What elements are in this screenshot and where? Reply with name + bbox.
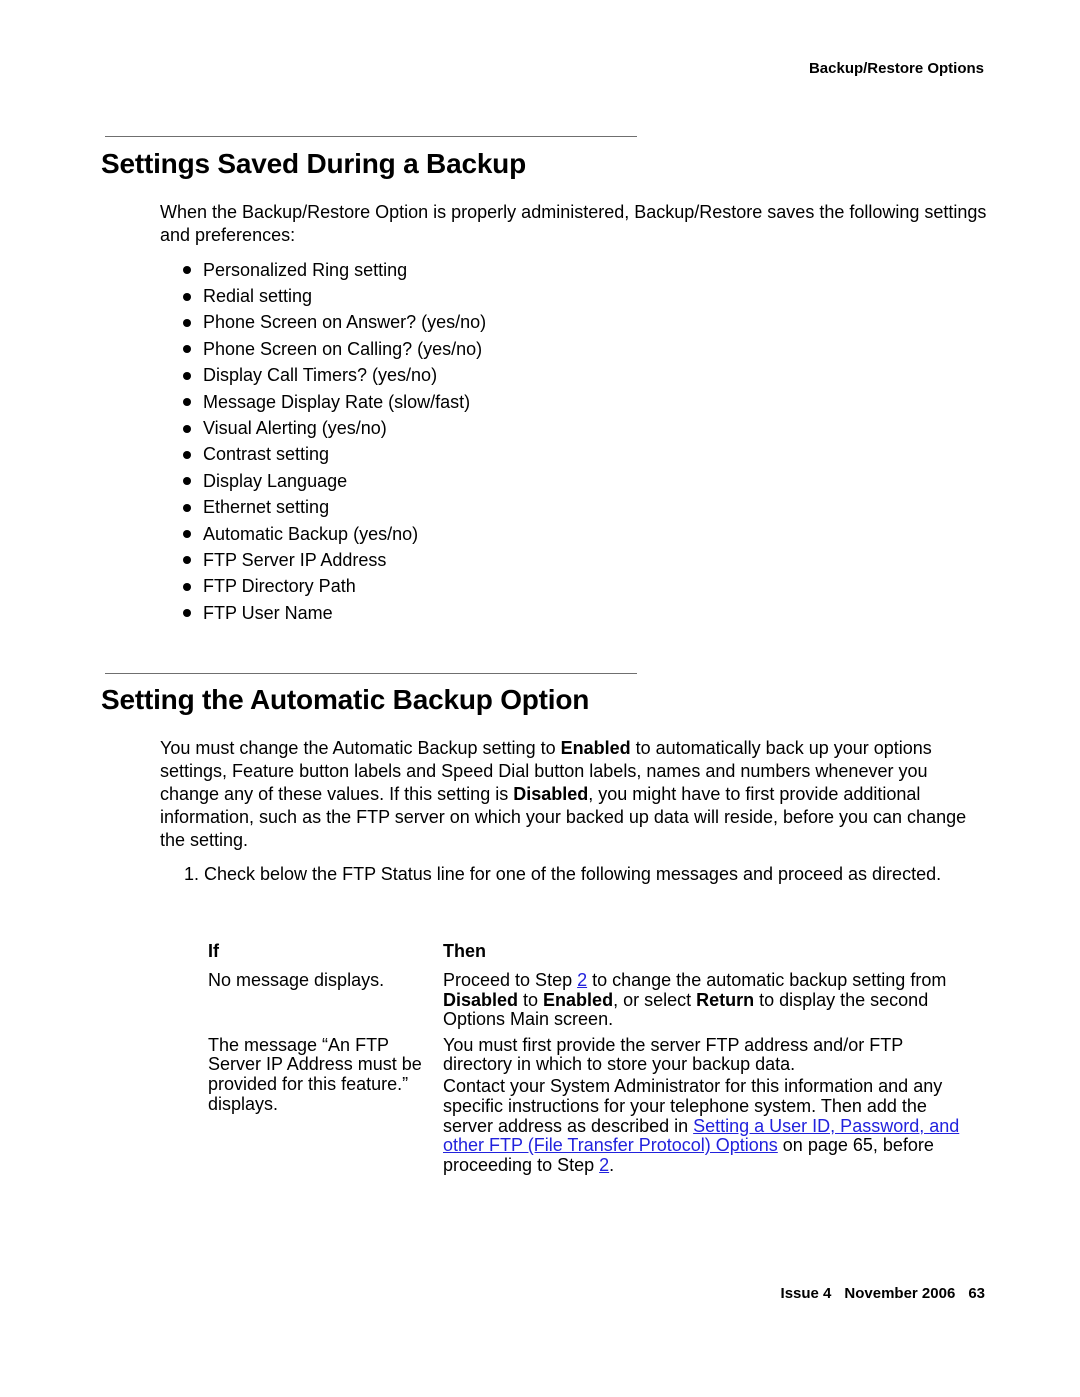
page-footer: Issue 4 November 2006 63 — [781, 1285, 985, 1302]
list-item: Automatic Backup (yes/no) — [183, 521, 486, 547]
table-header-row: If Then — [208, 938, 978, 964]
list-item-label: Visual Alerting (yes/no) — [203, 418, 387, 439]
list-item-label: Personalized Ring setting — [203, 259, 408, 280]
footer-page-number: 63 — [968, 1285, 985, 1302]
list-item-label: Ethernet setting — [203, 497, 330, 518]
bullet-icon — [183, 556, 191, 565]
table-cell-then: Proceed to Step 2 to change the automati… — [443, 970, 973, 1030]
list-item: Visual Alerting (yes/no) — [183, 415, 486, 441]
para-bold-disabled: Disabled — [513, 784, 589, 804]
list-item: Phone Screen on Answer? (yes/no) — [183, 310, 486, 336]
list-item-label: FTP Directory Path — [203, 576, 356, 597]
para-bold-enabled: Enabled — [560, 738, 631, 758]
list-item: FTP User Name — [183, 600, 486, 626]
para-text: You must change the Automatic Backup set… — [160, 738, 561, 758]
list-item-label: FTP Server IP Address — [203, 549, 387, 570]
table-cell-then: You must first provide the server FTP ad… — [443, 1034, 973, 1178]
table-cell-if: No message displays. — [208, 970, 385, 990]
bullet-icon — [183, 398, 191, 407]
list-item: FTP Directory Path — [183, 574, 486, 600]
cell-bold-disabled: Disabled — [443, 989, 519, 1010]
list-item: Ethernet setting — [183, 495, 486, 521]
bullet-icon — [183, 609, 191, 618]
table-header-if: If — [208, 941, 219, 961]
list-item-label: Message Display Rate (slow/fast) — [203, 391, 471, 412]
list-item-label: FTP User Name — [203, 602, 333, 623]
table-row: The message “An FTP Server IP Address mu… — [208, 1034, 978, 1178]
list-item: Message Display Rate (slow/fast) — [183, 389, 486, 415]
section-title-settings-saved: Settings Saved During a Backup — [101, 148, 526, 179]
step-2-link[interactable]: 2 — [599, 1155, 609, 1175]
list-item-label: Display Language — [203, 470, 348, 491]
list-item-label: Redial setting — [203, 286, 313, 307]
list-item-label: Automatic Backup (yes/no) — [203, 523, 419, 544]
table-header-then: Then — [443, 941, 486, 961]
step-number: 1. — [184, 864, 200, 884]
bullet-icon — [183, 477, 191, 486]
table-row: No message displays. Proceed to Step 2 t… — [208, 970, 978, 1030]
list-item: Personalized Ring setting — [183, 257, 486, 283]
bullet-icon — [183, 318, 191, 327]
cell-text: to — [518, 989, 544, 1010]
list-item: Contrast setting — [183, 442, 486, 468]
step-2-link[interactable]: 2 — [577, 970, 587, 990]
footer-issue: Issue 4 — [780, 1285, 832, 1302]
cell-paragraph: You must first provide the server FTP ad… — [443, 1034, 903, 1075]
list-item: FTP Server IP Address — [183, 547, 486, 573]
cell-bold-enabled: Enabled — [543, 989, 614, 1010]
list-item: Phone Screen on Calling? (yes/no) — [183, 336, 486, 362]
section-title-automatic-backup: Setting the Automatic Backup Option — [101, 684, 590, 715]
step-text: Check below the FTP Status line for one … — [204, 864, 942, 884]
list-item: Display Language — [183, 468, 486, 494]
cell-text: . — [609, 1154, 615, 1175]
bullet-icon — [183, 424, 191, 433]
bullet-icon — [183, 530, 191, 539]
table-cell-if: The message “An FTP Server IP Address mu… — [208, 1034, 422, 1114]
section2-paragraph: You must change the Automatic Backup set… — [160, 737, 990, 852]
list-item: Redial setting — [183, 283, 486, 309]
step-1: 1. Check below the FTP Status line for o… — [184, 863, 974, 886]
list-item-label: Phone Screen on Answer? (yes/no) — [203, 312, 487, 333]
bullet-icon — [183, 266, 191, 275]
saved-settings-list: Personalized Ring setting Redial setting P… — [183, 257, 486, 626]
cell-text: , or select — [613, 989, 697, 1010]
bullet-icon — [183, 345, 191, 354]
bullet-icon — [183, 582, 191, 591]
cell-paragraph: Contact your System Administrator for th… — [443, 1077, 973, 1175]
list-item-label: Display Call Timers? (yes/no) — [203, 365, 438, 386]
section1-intro: When the Backup/Restore Option is proper… — [160, 202, 987, 245]
cell-bold-return: Return — [696, 989, 755, 1010]
cell-text: Proceed to Step — [443, 970, 578, 990]
footer-date: November 2006 — [844, 1285, 956, 1302]
bullet-icon — [183, 450, 191, 459]
section-divider — [105, 136, 637, 137]
list-item: Display Call Timers? (yes/no) — [183, 363, 486, 389]
bullet-icon — [183, 292, 191, 301]
section-divider — [105, 673, 637, 674]
list-item-label: Contrast setting — [203, 444, 330, 465]
bullet-icon — [183, 371, 191, 380]
running-header: Backup/Restore Options — [808, 60, 984, 77]
bullet-icon — [183, 503, 191, 512]
cell-text: to change the automatic backup setting f… — [587, 970, 947, 990]
if-then-table: If Then No message displays. Proceed to … — [208, 938, 978, 1178]
list-item-label: Phone Screen on Calling? (yes/no) — [203, 338, 483, 359]
